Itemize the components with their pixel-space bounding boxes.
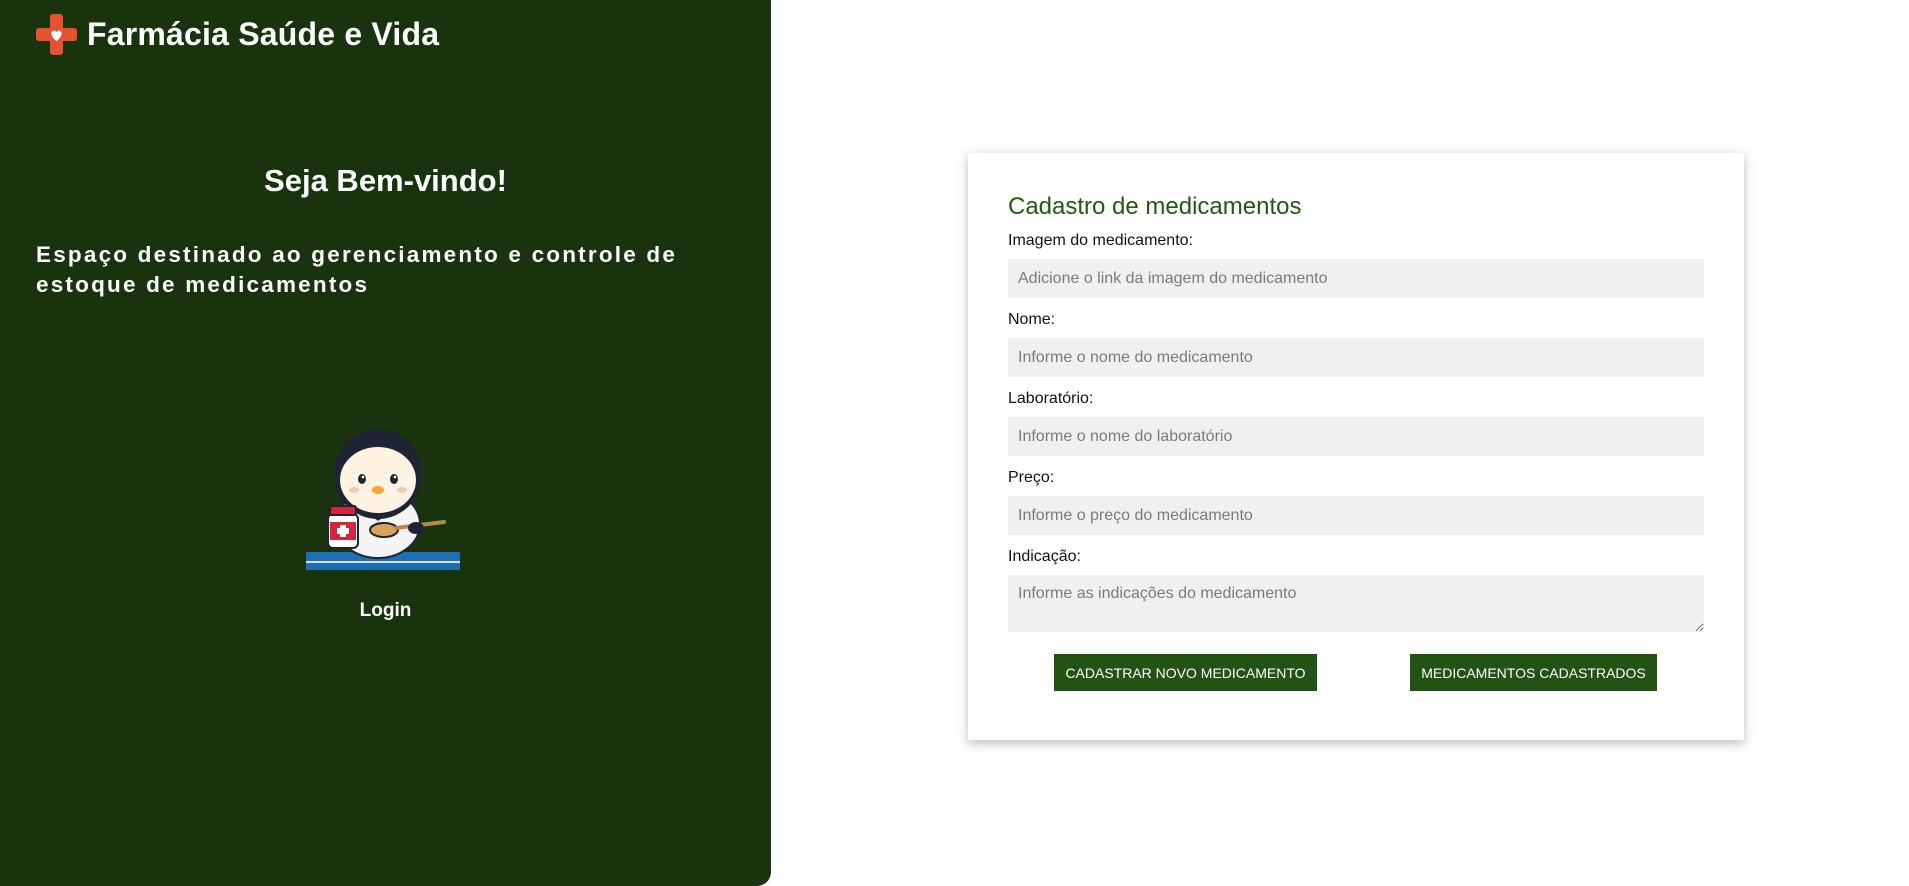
price-input[interactable] <box>1008 496 1704 535</box>
sidebar-description: Espaço destinado ao gerenciamento e cont… <box>36 242 678 297</box>
cross-heart-icon <box>36 14 77 55</box>
lab-input[interactable] <box>1008 417 1704 456</box>
image-field-label: Imagem do medicamento: <box>1008 232 1193 249</box>
price-field-label: Preço: <box>1008 469 1055 486</box>
register-new-button[interactable]: CADASTRAR NOVO MEDICAMENTO <box>1054 654 1317 691</box>
registered-list-button[interactable]: MEDICAMENTOS CADASTRADOS <box>1410 654 1657 691</box>
login-link[interactable]: Login <box>0 600 771 622</box>
brand-name: Farmácia Saúde e Vida <box>87 16 440 52</box>
medication-form-card: Cadastro de medicamentos Imagem do medic… <box>968 153 1744 740</box>
penguin-pharmacist-icon <box>306 429 460 570</box>
indication-textarea[interactable] <box>1008 575 1704 632</box>
lab-field-label: Laboratório: <box>1008 390 1094 407</box>
name-field-label: Nome: <box>1008 311 1056 328</box>
indication-field-label: Indicação: <box>1008 548 1081 565</box>
image-link-input[interactable] <box>1008 259 1704 298</box>
form-title: Cadastro de medicamentos <box>1008 193 1302 220</box>
welcome-heading: Seja Bem-vindo! <box>264 163 507 198</box>
form-actions: CADASTRAR NOVO MEDICAMENTO MEDICAMENTOS … <box>968 654 1744 691</box>
brand: Farmácia Saúde e Vida <box>36 14 439 55</box>
name-input[interactable] <box>1008 338 1704 377</box>
sidebar-panel: Farmácia Saúde e Vida Seja Bem-vindo! Es… <box>0 0 771 886</box>
